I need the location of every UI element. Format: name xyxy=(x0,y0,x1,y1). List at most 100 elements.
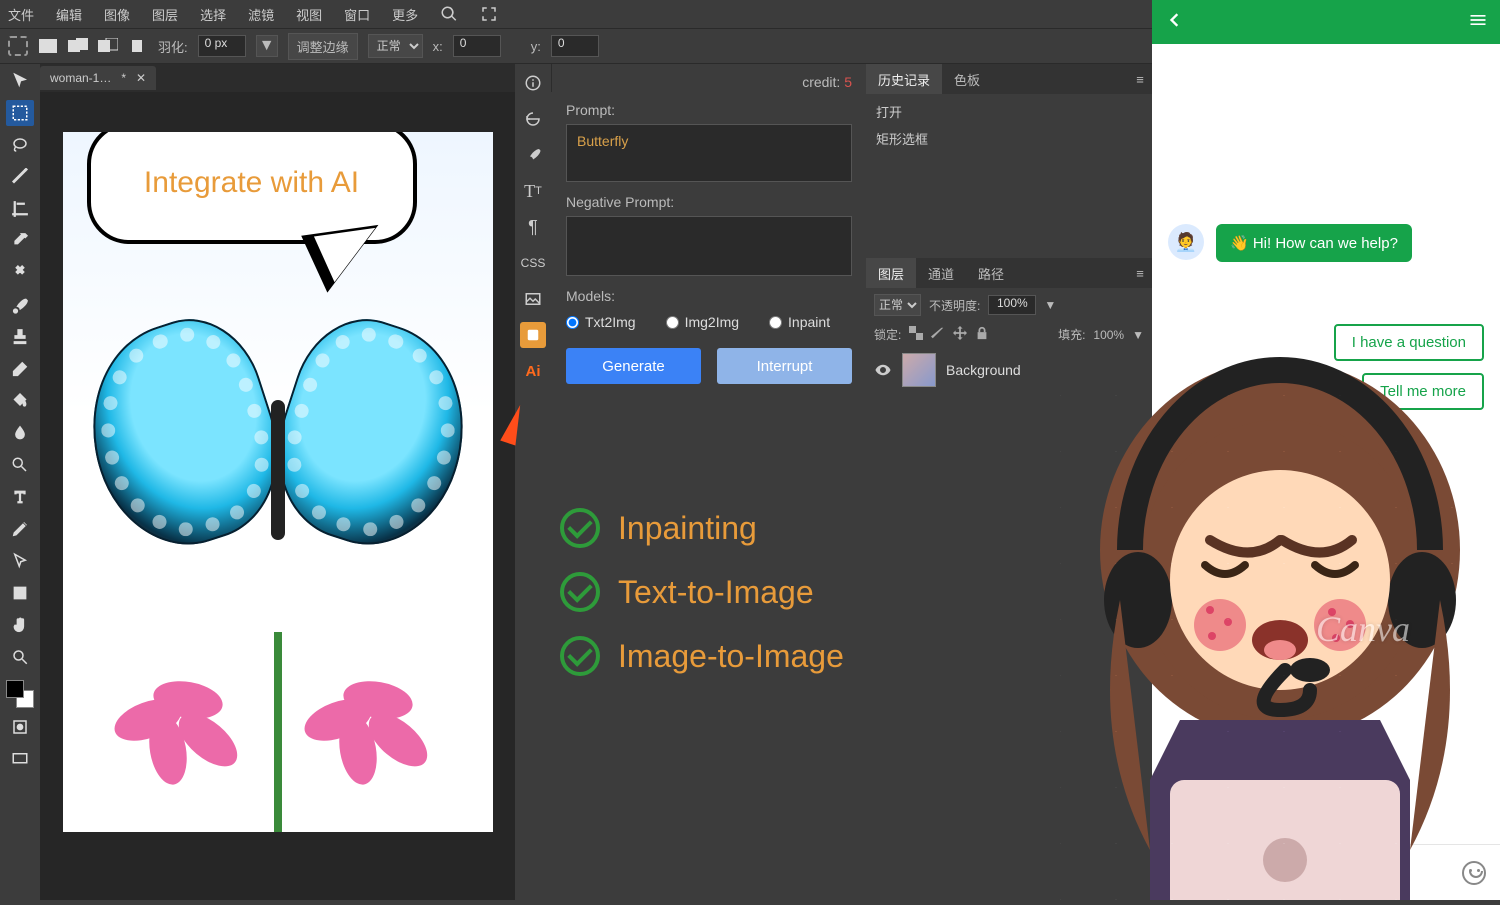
canvas[interactable]: Integrate with AI xyxy=(63,132,493,832)
check-icon xyxy=(560,508,600,548)
brush-panel-icon[interactable] xyxy=(520,142,546,168)
chat-back-icon[interactable] xyxy=(1164,10,1184,35)
dodge-tool[interactable] xyxy=(6,452,34,478)
radio-txt2img[interactable]: Txt2Img xyxy=(566,314,636,330)
feather-input[interactable]: 0 px xyxy=(198,35,246,57)
side-panel-strip: TT ¶ CSS Ai xyxy=(515,64,551,384)
lock-paint-icon[interactable] xyxy=(931,326,945,343)
menu-more[interactable]: 更多 xyxy=(392,5,418,24)
info-panel-icon[interactable] xyxy=(520,70,546,96)
radio-img2img[interactable]: Img2Img xyxy=(666,314,739,330)
tab-swatches[interactable]: 色板 xyxy=(942,64,992,94)
adjust-edge-button[interactable]: 调整边缘 xyxy=(288,33,358,60)
x-input[interactable]: 0 xyxy=(453,35,501,57)
lasso-tool[interactable] xyxy=(6,132,34,158)
layer-name: Background xyxy=(946,362,1021,378)
menu-view[interactable]: 视图 xyxy=(296,5,322,24)
file-tab[interactable]: woman-1… * ✕ xyxy=(40,66,156,90)
blend-mode-select[interactable]: 正常 xyxy=(368,34,423,58)
menu-window[interactable]: 窗口 xyxy=(344,5,370,24)
opacity-label: 不透明度: xyxy=(929,297,980,314)
history-item-rect[interactable]: 矩形选框 xyxy=(874,125,1144,152)
radio-inpaint[interactable]: Inpaint xyxy=(769,314,830,330)
hand-tool[interactable] xyxy=(6,612,34,638)
generate-button[interactable]: Generate xyxy=(566,348,701,384)
panel-menu-icon[interactable]: ≡ xyxy=(1128,67,1152,91)
interrupt-button[interactable]: Interrupt xyxy=(717,348,852,384)
canvas-area[interactable]: Integrate with AI xyxy=(40,92,515,900)
menu-filter[interactable]: 滤镜 xyxy=(248,5,274,24)
shape-tool[interactable] xyxy=(6,580,34,606)
feather-dropdown-icon[interactable]: ▼ xyxy=(256,35,278,57)
crop-tool[interactable] xyxy=(6,196,34,222)
tab-channels[interactable]: 通道 xyxy=(916,258,966,288)
menu-layer[interactable]: 图层 xyxy=(152,5,178,24)
move-tool[interactable] xyxy=(6,68,34,94)
history-panel: 历史记录 色板 ≡ 打开 矩形选框 xyxy=(866,64,1152,252)
search-icon[interactable] xyxy=(440,5,458,23)
sel-int-icon[interactable] xyxy=(128,38,148,54)
y-label: y: xyxy=(531,39,541,54)
support-chat-panel: 🧑‍💼 👋 Hi! How can we help? I have a ques… xyxy=(1152,0,1500,900)
lock-all-icon[interactable] xyxy=(975,326,989,343)
lock-move-icon[interactable] xyxy=(953,326,967,343)
screen-mode-icon[interactable] xyxy=(6,746,34,772)
layer-blend-select[interactable]: 正常 xyxy=(874,294,921,316)
bucket-tool[interactable] xyxy=(6,388,34,414)
stamp-tool[interactable] xyxy=(6,324,34,350)
paragraph-panel-icon[interactable]: ¶ xyxy=(520,214,546,240)
type-tool[interactable] xyxy=(6,484,34,510)
butterfly-image xyxy=(98,324,458,584)
menu-file[interactable]: 文件 xyxy=(8,5,34,24)
path-select-tool[interactable] xyxy=(6,548,34,574)
close-tab-icon[interactable]: ✕ xyxy=(136,71,146,85)
menu-select[interactable]: 选择 xyxy=(200,5,226,24)
eraser-tool[interactable] xyxy=(6,356,34,382)
heal-tool[interactable] xyxy=(6,260,34,286)
emoji-icon[interactable] xyxy=(1462,861,1486,885)
history-item-open[interactable]: 打开 xyxy=(874,98,1144,125)
y-input[interactable]: 0 xyxy=(551,35,599,57)
feature-txt2img: Text-to-Image xyxy=(618,574,814,611)
sel-sub-icon[interactable] xyxy=(98,38,118,54)
color-swatches[interactable] xyxy=(6,680,34,708)
css-panel-icon[interactable]: CSS xyxy=(520,250,546,276)
chat-menu-icon[interactable] xyxy=(1468,10,1488,35)
opacity-dropdown-icon[interactable]: ▼ xyxy=(1044,298,1056,312)
character-panel-icon[interactable]: TT xyxy=(520,178,546,204)
fill-input[interactable]: 100% xyxy=(1093,328,1124,342)
menu-edit[interactable]: 编辑 xyxy=(56,5,82,24)
quickmask-icon[interactable] xyxy=(6,714,34,740)
history-panel-icon[interactable] xyxy=(520,106,546,132)
prompt-input[interactable]: Butterfly xyxy=(566,124,852,182)
color-panel-icon[interactable] xyxy=(520,322,546,348)
eyedropper-tool[interactable] xyxy=(6,228,34,254)
quick-reply-more[interactable]: Tell me more xyxy=(1362,373,1484,410)
ai-panel-icon[interactable]: Ai xyxy=(520,358,546,384)
zoom-tool[interactable] xyxy=(6,644,34,670)
file-tab-dirty: * xyxy=(121,71,126,85)
pen-tool[interactable] xyxy=(6,516,34,542)
tab-paths[interactable]: 路径 xyxy=(966,258,1016,288)
rect-marquee-tool[interactable] xyxy=(6,100,34,126)
tab-history[interactable]: 历史记录 xyxy=(866,64,942,94)
lock-trans-icon[interactable] xyxy=(909,326,923,343)
brush-tool[interactable] xyxy=(6,292,34,318)
sel-new-icon[interactable] xyxy=(38,38,58,54)
fullscreen-icon[interactable] xyxy=(480,5,498,23)
flower-stem xyxy=(274,632,282,832)
chat-input-bar xyxy=(1152,844,1500,900)
quick-reply-question[interactable]: I have a question xyxy=(1334,324,1484,361)
blur-tool[interactable] xyxy=(6,420,34,446)
layer-row-background[interactable]: Background xyxy=(866,347,1152,393)
visibility-icon[interactable] xyxy=(874,361,892,379)
neg-prompt-input[interactable] xyxy=(566,216,852,276)
menu-image[interactable]: 图像 xyxy=(104,5,130,24)
sel-add-icon[interactable] xyxy=(68,38,88,54)
image-panel-icon[interactable] xyxy=(520,286,546,312)
layers-menu-icon[interactable]: ≡ xyxy=(1128,261,1152,285)
tab-layers[interactable]: 图层 xyxy=(866,258,916,288)
wand-tool[interactable] xyxy=(6,164,34,190)
opacity-input[interactable]: 100% xyxy=(988,295,1036,315)
fill-dropdown-icon[interactable]: ▼ xyxy=(1132,328,1144,342)
